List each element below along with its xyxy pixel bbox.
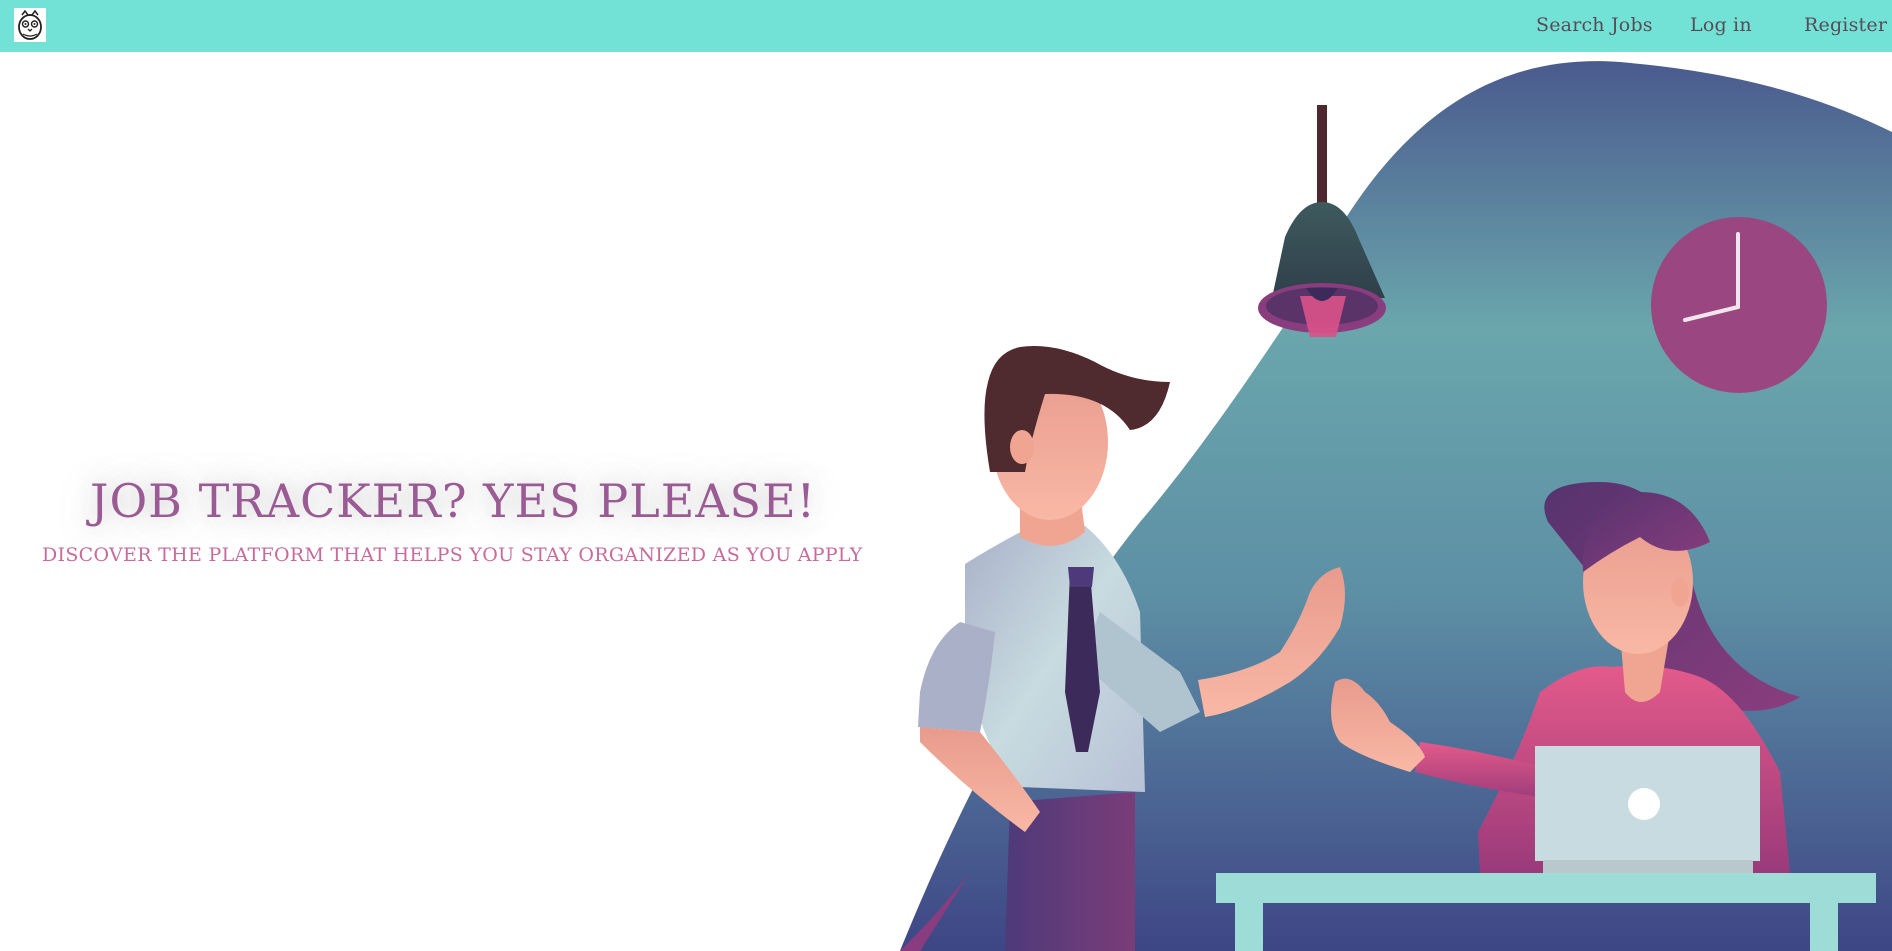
hero-title: JOB TRACKER? YES PLEASE! [90, 474, 817, 528]
nav-search-jobs-link[interactable]: Search Jobs [1536, 14, 1653, 36]
office-illustration [900, 61, 1892, 951]
navbar: Search Jobs Log in Register [0, 0, 1892, 52]
nav-register-link[interactable]: Register [1804, 14, 1887, 36]
hero-subtitle: DISCOVER THE PLATFORM THAT HELPS YOU STA… [42, 544, 863, 566]
nav-login-link[interactable]: Log in [1690, 14, 1752, 36]
owl-logo-icon[interactable] [14, 8, 46, 42]
